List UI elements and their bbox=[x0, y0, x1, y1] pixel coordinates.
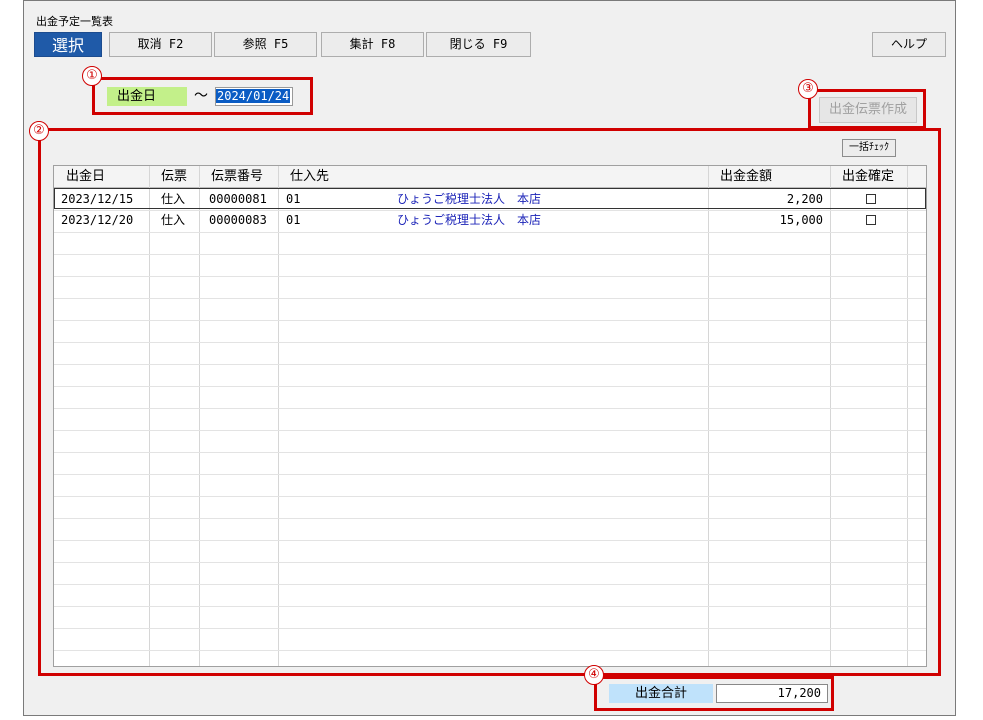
row-slip: 仕入 bbox=[161, 213, 186, 227]
grid-row-line bbox=[54, 628, 926, 629]
row-supplier-code: 01 bbox=[286, 213, 301, 227]
grid-row-line bbox=[54, 474, 926, 475]
row-slip: 仕入 bbox=[161, 192, 186, 206]
confirm-checkbox[interactable] bbox=[866, 215, 876, 225]
cancel-button[interactable]: 取消 F2 bbox=[109, 32, 212, 57]
window-title: 出金予定一覧表 bbox=[36, 15, 113, 28]
payment-date-label: 出金日 bbox=[107, 87, 187, 106]
range-tilde: ～ bbox=[194, 88, 208, 104]
header-date: 出金日 bbox=[66, 169, 106, 184]
total-label: 出金合計 bbox=[609, 684, 713, 703]
row-slip-number: 00000081 bbox=[209, 192, 267, 206]
grid-row-line bbox=[54, 276, 926, 277]
grid-row-line bbox=[54, 386, 926, 387]
grid-row-line bbox=[54, 584, 926, 585]
grid-row-line bbox=[54, 452, 926, 453]
header-slip-number: 伝票番号 bbox=[211, 169, 264, 184]
main-window: 出金予定一覧表 選択 取消 F2 参照 F5 集計 F8 閉じる F9 ヘルプ … bbox=[23, 0, 956, 716]
row-supplier-name: ひょうご税理士法人 本店 bbox=[397, 213, 542, 227]
row-amount: 15,000 bbox=[779, 213, 823, 227]
grid-row-line bbox=[54, 364, 926, 365]
header-supplier: 仕入先 bbox=[290, 169, 330, 184]
marker-4: ④ bbox=[584, 665, 604, 685]
payment-date-input[interactable]: 2024/01/24 bbox=[215, 87, 293, 106]
bulk-check-button[interactable]: 一括ﾁｪｯｸ bbox=[842, 139, 896, 157]
row-date: 2023/12/20 bbox=[61, 213, 134, 227]
header-confirmed: 出金確定 bbox=[842, 169, 895, 184]
grid-row-line bbox=[54, 650, 926, 651]
close-button[interactable]: 閉じる F9 bbox=[426, 32, 531, 57]
total-value: 17,200 bbox=[716, 684, 828, 703]
grid-row-line bbox=[54, 254, 926, 255]
table-row[interactable]: 2023/12/20 仕入 00000083 01 ひょうご税理士法人 本店 1… bbox=[54, 210, 926, 231]
row-supplier-code: 01 bbox=[286, 192, 301, 206]
grid-row-line bbox=[54, 298, 926, 299]
grid-row-line bbox=[54, 562, 926, 563]
select-button[interactable]: 選択 bbox=[34, 32, 102, 57]
grid-row-line bbox=[54, 606, 926, 607]
grid-row-line bbox=[54, 408, 926, 409]
table-header: 出金日 伝票 伝票番号 仕入先 出金金額 出金確定 bbox=[54, 166, 926, 188]
table-row[interactable]: 2023/12/15 仕入 00000081 01 ひょうご税理士法人 本店 2… bbox=[54, 188, 926, 209]
grid-row-line bbox=[54, 430, 926, 431]
reference-button[interactable]: 参照 F5 bbox=[214, 32, 317, 57]
create-payment-slip-button[interactable]: 出金伝票作成 bbox=[819, 97, 917, 123]
grid-row-line bbox=[54, 540, 926, 541]
confirm-checkbox[interactable] bbox=[866, 194, 876, 204]
aggregate-button[interactable]: 集計 F8 bbox=[321, 32, 424, 57]
payment-schedule-table: 出金日 伝票 伝票番号 仕入先 出金金額 出金確定 2023/12/15 仕入 … bbox=[53, 165, 927, 667]
marker-3: ③ bbox=[798, 79, 818, 99]
grid-row-line bbox=[54, 342, 926, 343]
grid-row-line bbox=[54, 232, 926, 233]
header-slip: 伝票 bbox=[161, 169, 188, 184]
grid-row-line bbox=[54, 518, 926, 519]
row-slip-number: 00000083 bbox=[209, 213, 267, 227]
row-date: 2023/12/15 bbox=[61, 192, 134, 206]
header-amount: 出金金額 bbox=[720, 169, 773, 184]
row-supplier-name: ひょうご税理士法人 本店 bbox=[397, 192, 542, 206]
marker-2: ② bbox=[29, 121, 49, 141]
grid-row-line bbox=[54, 320, 926, 321]
grid-row-line bbox=[54, 496, 926, 497]
row-amount: 2,200 bbox=[786, 192, 823, 206]
marker-1: ① bbox=[82, 66, 102, 86]
payment-date-value: 2024/01/24 bbox=[216, 89, 291, 103]
help-button[interactable]: ヘルプ bbox=[872, 32, 946, 57]
